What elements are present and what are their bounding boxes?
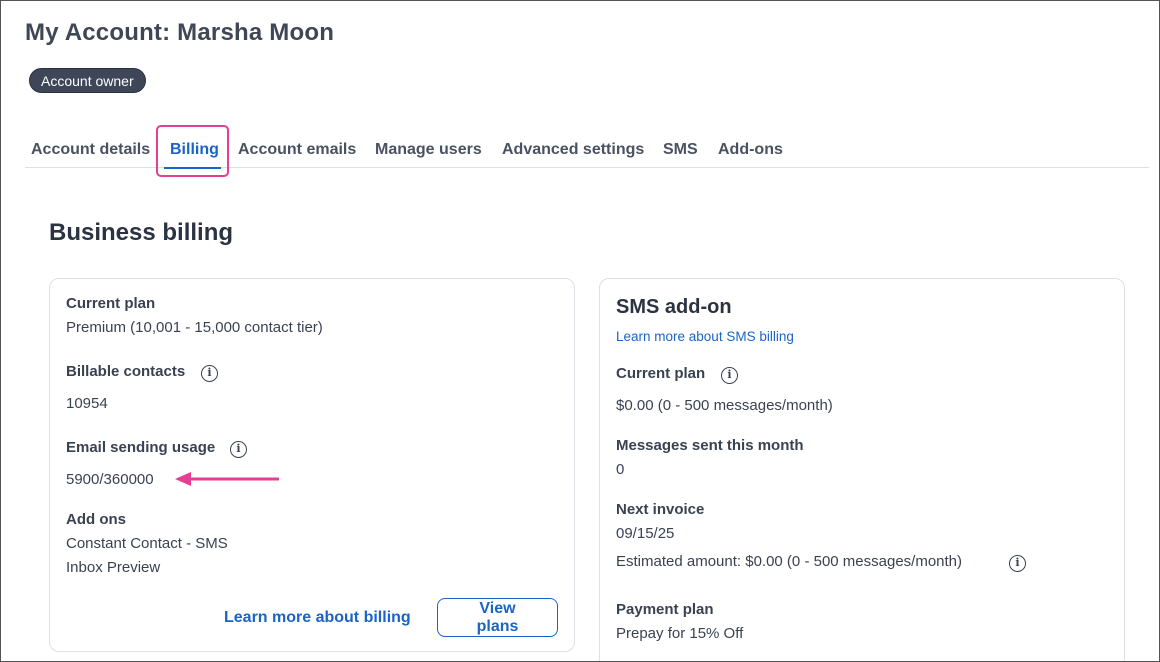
billing-card: Current plan Premium (10,001 - 15,000 co… [49,278,575,652]
billable-contacts-value: 10954 [66,395,108,412]
tab-sms[interactable]: SMS [663,141,698,159]
learn-more-billing-link[interactable]: Learn more about billing [224,609,411,627]
account-owner-badge: Account owner [29,68,146,93]
next-invoice-label: Next invoice [616,501,705,518]
page-title: My Account: Marsha Moon [25,19,335,46]
estimated-amount: Estimated amount: $0.00 (0 - 500 message… [616,553,963,570]
sms-current-plan-value: $0.00 (0 - 500 messages/month) [616,397,833,414]
tab-manage-users[interactable]: Manage users [375,141,482,159]
info-icon[interactable]: i [1009,555,1026,572]
sms-addon-card: SMS add-on Learn more about SMS billing … [599,278,1125,661]
email-usage-label: Email sending usage [66,439,216,456]
current-plan-label: Current plan [66,295,156,312]
tab-account-emails[interactable]: Account emails [238,141,356,159]
tab-advanced-settings[interactable]: Advanced settings [502,141,644,159]
add-on-item: Constant Contact - SMS [66,535,228,552]
payment-plan-value: Prepay for 15% Off [616,625,744,642]
section-title: Business billing [49,219,234,246]
add-on-item: Inbox Preview [66,559,161,576]
sms-card-title: SMS add-on [616,296,732,318]
tab-active-underline [164,167,221,169]
info-icon[interactable]: i [721,367,738,384]
email-usage-value: 5900/360000 [66,471,154,488]
arrow-left-icon [175,472,279,486]
info-icon[interactable]: i [230,441,247,458]
learn-more-sms-link[interactable]: Learn more about SMS billing [616,329,794,344]
account-tabs: Account details Billing Account emails M… [25,125,1149,177]
view-plans-button[interactable]: View plans [437,598,558,637]
sms-current-plan-label: Current plan [616,365,706,382]
info-icon[interactable]: i [201,365,218,382]
current-plan-value: Premium (10,001 - 15,000 contact tier) [66,319,323,336]
add-ons-label: Add ons [66,511,126,528]
messages-sent-label: Messages sent this month [616,437,804,454]
billable-contacts-label: Billable contacts [66,363,186,380]
tab-billing-label: Billing [170,141,219,158]
account-page: My Account: Marsha Moon Account owner Ac… [0,0,1160,662]
next-invoice-date: 09/15/25 [616,525,675,542]
tab-billing[interactable]: Billing [156,125,229,177]
messages-sent-value: 0 [616,461,625,478]
tab-add-ons[interactable]: Add-ons [718,141,783,159]
payment-plan-label: Payment plan [616,601,714,618]
tab-account-details[interactable]: Account details [31,141,150,159]
